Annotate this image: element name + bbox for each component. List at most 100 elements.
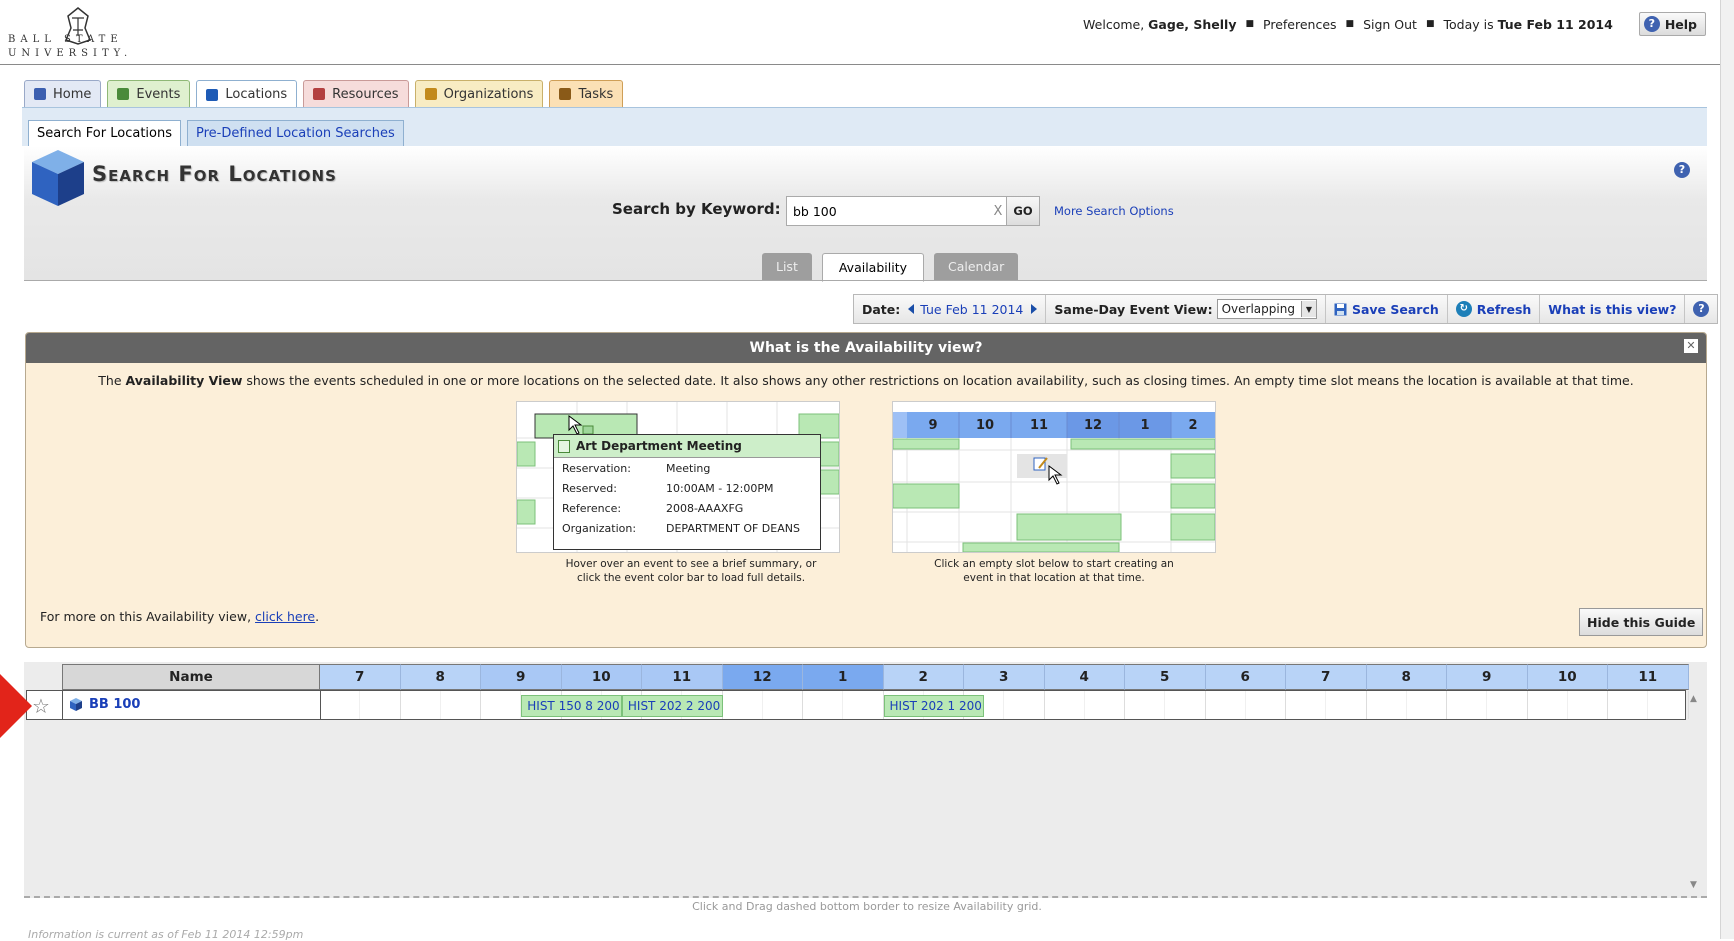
click-demo-hours: 9 10 11 12 1 2 <box>907 412 1215 438</box>
time-slot[interactable] <box>1648 691 1689 719</box>
time-slot[interactable] <box>1447 691 1488 719</box>
guide-more-pre: For more on this Availability view, <box>40 609 252 624</box>
time-slot[interactable] <box>1246 691 1286 719</box>
clear-keyword-icon[interactable]: X <box>989 204 1007 219</box>
favorite-star-icon[interactable]: ☆ <box>32 694 50 718</box>
time-slot[interactable] <box>1286 691 1327 719</box>
hide-guide-button[interactable]: Hide this Guide <box>1579 608 1704 636</box>
time-slot[interactable] <box>1487 691 1528 719</box>
tab-label: Locations <box>225 87 288 102</box>
help-icon: ? <box>1643 16 1660 32</box>
same-day-control: Same-Day Event View: Overlapping ▼ <box>1046 295 1326 323</box>
event-popup-rows: Reservation: Meeting Reserved: 10:00AM - 12… <box>554 458 820 538</box>
grid-scroll-up-icon[interactable]: ▲ <box>1690 694 1697 704</box>
tab-organizations[interactable]: Organizations <box>414 80 544 107</box>
view-tab-calendar[interactable]: Calendar <box>934 253 1019 280</box>
keyword-input[interactable] <box>787 202 989 220</box>
view-tab-availability[interactable]: Availability <box>821 253 924 282</box>
same-day-view-select[interactable]: Overlapping ▼ <box>1216 299 1317 319</box>
keyword-field: X <box>786 196 1008 226</box>
toolbar-help-button[interactable]: ? <box>1685 295 1717 323</box>
location-link[interactable]: BB 100 <box>70 697 140 712</box>
hour-header: 9 <box>1447 664 1528 690</box>
time-slot[interactable] <box>1125 691 1166 719</box>
demo-hour-label: 12 <box>1083 417 1103 433</box>
tab-locations[interactable]: Locations <box>196 80 298 108</box>
demo-hour-label: 2 <box>1188 417 1198 433</box>
time-slot[interactable] <box>360 691 401 719</box>
user-bar: Welcome, Gage, Shelly ■ Preferences ■ Si… <box>1083 12 1706 36</box>
time-slot[interactable] <box>843 691 884 719</box>
tasks-icon <box>559 88 572 100</box>
sign-out-link[interactable]: Sign Out <box>1363 17 1417 32</box>
tab-home[interactable]: Home <box>24 80 102 107</box>
popup-value: 10:00AM - 12:00PM <box>666 481 774 495</box>
grid-scroll-down-icon[interactable]: ▼ <box>1690 880 1697 890</box>
time-slot[interactable] <box>441 691 481 719</box>
demo-hour-label: 10 <box>975 417 995 433</box>
time-slot[interactable] <box>763 691 803 719</box>
time-slot[interactable] <box>723 691 763 719</box>
close-icon[interactable]: ✕ <box>1684 339 1698 353</box>
today-label: Today is <box>1443 16 1494 32</box>
time-slot[interactable] <box>803 691 844 719</box>
time-slot[interactable] <box>1206 691 1246 719</box>
time-slot[interactable] <box>1568 691 1608 719</box>
time-slot[interactable] <box>1085 691 1125 719</box>
view-tab-list[interactable]: List <box>762 253 812 280</box>
tab-resources[interactable]: Resources <box>303 80 409 107</box>
event-bar[interactable]: HIST 202 2 200 <box>621 695 723 717</box>
hour-header: 7 <box>1286 664 1367 690</box>
time-slot[interactable] <box>320 691 361 719</box>
refresh-label: Refresh <box>1476 301 1532 317</box>
time-slot[interactable] <box>1407 691 1447 719</box>
page-help-icon[interactable]: ? <box>1674 162 1690 178</box>
welcome-text: Welcome, <box>1083 16 1145 32</box>
location-cube-icon <box>32 150 84 206</box>
events-icon <box>117 88 130 100</box>
what-is-this-view-label: What is this view? <box>1548 301 1677 317</box>
red-pointer-arrow-icon <box>0 674 32 738</box>
event-icon <box>558 439 570 453</box>
help-button[interactable]: ? Help <box>1638 12 1706 36</box>
time-slot[interactable] <box>1045 691 1085 719</box>
name-column-header[interactable]: Name <box>62 664 320 690</box>
hour-header: 2 <box>883 664 964 690</box>
guide-intro-rest: shows the events scheduled in one or mor… <box>246 373 1634 388</box>
popup-key: Reference: <box>562 501 622 515</box>
tab-events[interactable]: Events <box>107 80 191 107</box>
hover-demo-caption: Hover over an event to see a brief summa… <box>565 558 817 584</box>
next-day-icon[interactable] <box>1031 304 1038 314</box>
preferences-link[interactable]: Preferences <box>1263 17 1337 32</box>
time-slot[interactable] <box>401 691 441 719</box>
previous-day-icon[interactable] <box>908 304 915 314</box>
date-value[interactable]: Tue Feb 11 2014 <box>920 302 1023 317</box>
page-title: Search For Locations <box>92 162 337 186</box>
event-popup-header: Art Department Meeting <box>554 435 820 458</box>
refresh-button[interactable]: ↻ Refresh <box>1448 295 1541 323</box>
go-button[interactable]: GO <box>1006 196 1040 226</box>
page-scrollbar[interactable] <box>1720 0 1734 939</box>
time-slot[interactable] <box>1326 691 1367 719</box>
more-search-options-link[interactable]: More Search Options <box>1054 204 1174 218</box>
click-here-link[interactable]: click here <box>255 609 315 624</box>
time-slot[interactable] <box>1367 691 1407 719</box>
time-slot[interactable] <box>1528 691 1568 719</box>
guide-header: What is the Availability view? ✕ <box>26 333 1706 363</box>
time-slot[interactable] <box>481 691 522 719</box>
popup-value: Meeting <box>666 461 711 475</box>
ball-state-logo[interactable]: BALL STATE UNIVERSITY. <box>8 6 148 62</box>
subtab-1[interactable]: Pre-Defined Location Searches <box>187 120 404 146</box>
tab-tasks[interactable]: Tasks <box>549 80 624 107</box>
time-slot[interactable] <box>1004 691 1045 719</box>
subtab-0[interactable]: Search For Locations <box>28 120 181 146</box>
time-slot[interactable] <box>1608 691 1649 719</box>
tab-label: Organizations <box>443 86 534 102</box>
time-slot[interactable] <box>1165 691 1206 719</box>
what-is-this-view-link[interactable]: What is this view? <box>1540 295 1686 323</box>
event-bar[interactable]: HIST 150 8 200 <box>521 695 622 717</box>
event-bar[interactable]: HIST 202 1 200 <box>883 695 985 717</box>
guide-intro-bold: Availability View <box>125 373 243 388</box>
sub-tabs: Search For Locations Pre-Defined Location… <box>28 120 404 146</box>
save-search-button[interactable]: Save Search <box>1326 295 1448 323</box>
